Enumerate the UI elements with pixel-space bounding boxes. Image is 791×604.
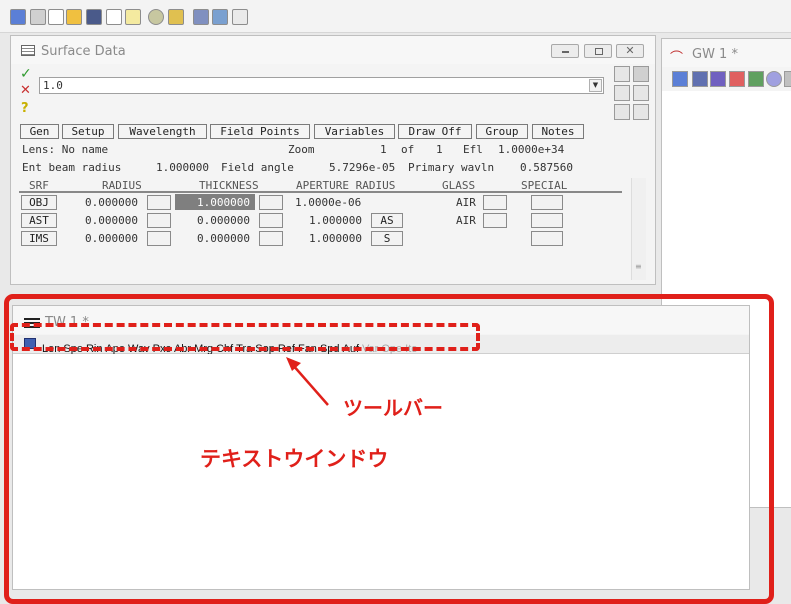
text-window-annotation: テキストウインドウ (200, 447, 389, 471)
arrow-line (291, 363, 329, 406)
toolbar-annotation: ツールバー (343, 396, 443, 420)
arrow-head (286, 357, 301, 371)
annotation-arrow (286, 357, 329, 406)
